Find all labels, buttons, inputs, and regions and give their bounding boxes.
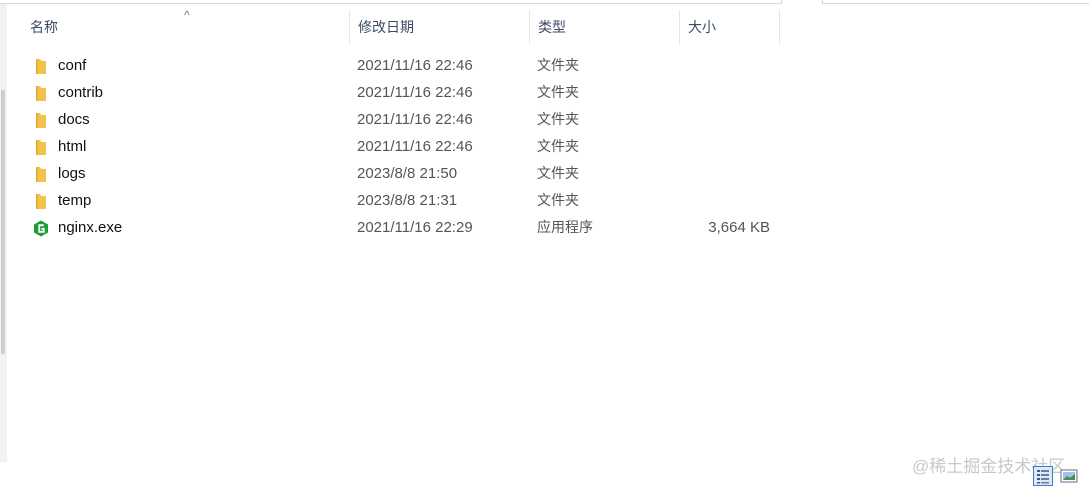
details-view-button[interactable]	[1033, 466, 1053, 486]
folder-icon	[32, 84, 50, 101]
file-type: 文件夹	[537, 138, 579, 154]
file-date-modified: 2021/11/16 22:46	[357, 111, 473, 128]
column-header-size[interactable]: 大小	[680, 10, 780, 44]
file-date-modified: 2021/11/16 22:29	[357, 219, 473, 236]
details-view-icon	[1037, 470, 1049, 484]
column-header-date-label: 修改日期	[358, 19, 414, 35]
file-row[interactable]: docs 2021/11/16 22:46 文件夹	[18, 106, 798, 133]
file-row[interactable]: html 2021/11/16 22:46 文件夹	[18, 133, 798, 160]
file-date-modified: 2021/11/16 22:46	[357, 84, 473, 101]
file-name: conf	[58, 57, 87, 74]
file-type: 文件夹	[537, 165, 579, 181]
file-date-modified: 2023/8/8 21:31	[357, 192, 458, 209]
file-type: 文件夹	[537, 192, 579, 208]
column-header-name-label: 名称	[30, 19, 58, 35]
search-box-edge[interactable]	[822, 0, 1089, 4]
file-explorer-window: 名称 ^ 修改日期 类型 大小 conf 2021/11/16 22:46 文件…	[0, 0, 1089, 491]
column-header-row: 名称 ^ 修改日期 类型 大小	[18, 8, 798, 44]
file-name: docs	[58, 111, 90, 128]
file-type: 文件夹	[537, 57, 579, 73]
folder-icon	[32, 57, 50, 74]
file-name: temp	[58, 192, 92, 209]
address-bar-edge[interactable]	[0, 0, 782, 4]
file-list: conf 2021/11/16 22:46 文件夹 contrib 2021/1…	[18, 52, 798, 241]
file-row[interactable]: temp 2023/8/8 21:31 文件夹	[18, 187, 798, 214]
file-type: 文件夹	[537, 111, 579, 127]
file-name: logs	[58, 165, 86, 182]
file-name: nginx.exe	[58, 219, 123, 236]
file-name: html	[58, 138, 87, 155]
folder-icon	[32, 192, 50, 209]
file-date-modified: 2021/11/16 22:46	[357, 57, 473, 74]
large-icons-view-button[interactable]	[1059, 466, 1079, 486]
large-icons-view-icon	[1060, 469, 1078, 483]
column-header-type-label: 类型	[538, 19, 566, 35]
folder-icon	[32, 111, 50, 128]
file-row[interactable]: logs 2023/8/8 21:50 文件夹	[18, 160, 798, 187]
column-header-date-modified[interactable]: 修改日期	[350, 10, 530, 44]
file-row[interactable]: contrib 2021/11/16 22:46 文件夹	[18, 79, 798, 106]
file-row[interactable]: nginx.exe 2021/11/16 22:29 应用程序 3,664 KB	[18, 214, 798, 241]
column-header-name[interactable]: 名称 ^	[22, 8, 350, 44]
nginx-icon	[32, 219, 50, 237]
file-name: contrib	[58, 84, 104, 101]
scrollbar-thumb[interactable]	[1, 90, 5, 354]
folder-icon	[32, 165, 50, 182]
file-date-modified: 2021/11/16 22:46	[357, 138, 473, 155]
folder-icon	[32, 138, 50, 155]
file-type: 应用程序	[537, 219, 593, 235]
column-header-type[interactable]: 类型	[530, 10, 680, 44]
sort-ascending-icon: ^	[184, 8, 190, 22]
column-header-size-label: 大小	[688, 19, 716, 35]
navigation-pane-scrollbar[interactable]	[0, 4, 7, 462]
file-row[interactable]: conf 2021/11/16 22:46 文件夹	[18, 52, 798, 79]
file-type: 文件夹	[537, 84, 579, 100]
file-date-modified: 2023/8/8 21:50	[357, 165, 458, 182]
file-size: 3,664 KB	[708, 219, 770, 236]
